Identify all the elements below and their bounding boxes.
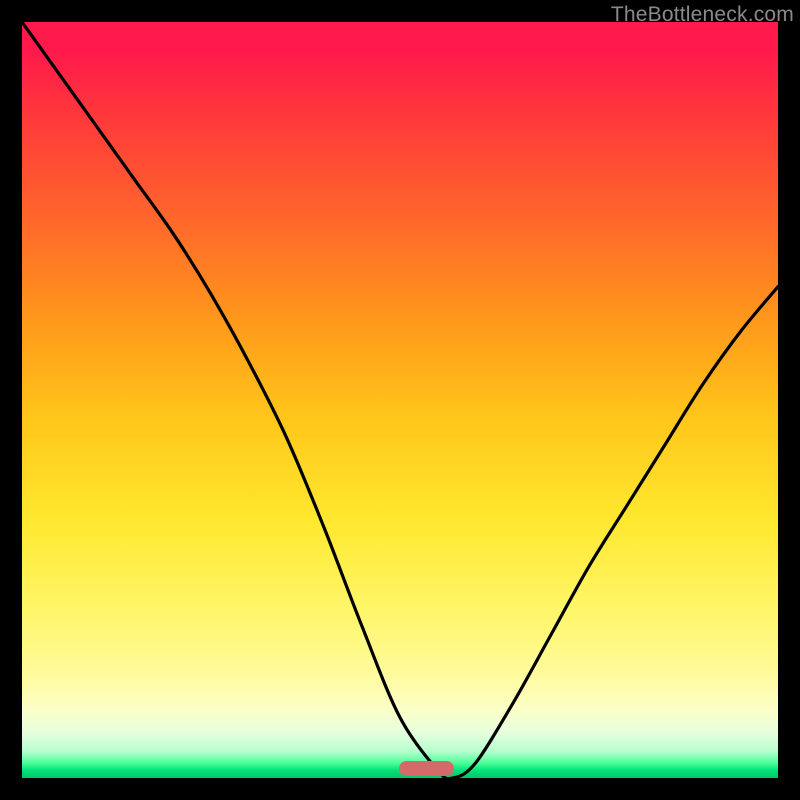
optimal-marker	[399, 761, 454, 776]
chart-frame: TheBottleneck.com	[0, 0, 800, 800]
plot-area	[22, 22, 778, 778]
bottleneck-curve	[22, 22, 778, 778]
